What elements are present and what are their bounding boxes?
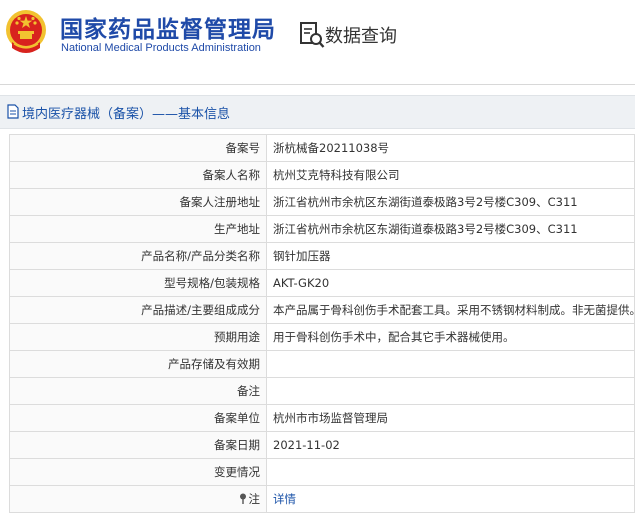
table-row: 备案号 浙杭械备20211038号: [9, 134, 635, 162]
field-value: 浙江省杭州市余杭区东湖街道泰极路3号2号楼C309、C311: [266, 188, 635, 216]
field-value: [266, 377, 635, 405]
field-value: 浙杭械备20211038号: [266, 134, 635, 162]
field-label: 产品名称/产品分类名称: [9, 242, 267, 270]
field-value: 浙江省杭州市余杭区东湖街道泰极路3号2号楼C309、C311: [266, 215, 635, 243]
field-value: AKT-GK20: [266, 269, 635, 297]
magnifier-document-icon[interactable]: [299, 20, 325, 50]
national-emblem-icon: [6, 10, 46, 53]
org-name-cn: 国家药品监督管理局: [60, 17, 276, 43]
header-divider: [0, 84, 635, 85]
field-label: 产品存储及有效期: [9, 350, 267, 378]
note-label: 注: [248, 492, 261, 506]
field-label: 备注: [9, 377, 267, 405]
table-row: 备案日期 2021-11-02: [9, 431, 635, 459]
details-link[interactable]: 详情: [273, 492, 296, 506]
table-row: 产品名称/产品分类名称 钢针加压器: [9, 242, 635, 270]
table-row: 型号规格/包装规格 AKT-GK20: [9, 269, 635, 297]
table-row: 预期用途 用于骨科创伤手术中，配合其它手术器械使用。: [9, 323, 635, 351]
document-icon: [7, 104, 19, 119]
field-value: 用于骨科创伤手术中，配合其它手术器械使用。: [266, 323, 635, 351]
table-row: 产品存储及有效期: [9, 350, 635, 378]
field-value: 杭州艾克特科技有限公司: [266, 161, 635, 189]
table-row: 生产地址 浙江省杭州市余杭区东湖街道泰极路3号2号楼C309、C311: [9, 215, 635, 243]
field-value: 2021-11-02: [266, 431, 635, 459]
field-label: 备案单位: [9, 404, 267, 432]
section-header: 境内医疗器械（备案）——基本信息: [0, 95, 635, 129]
note-label-cell: 注: [9, 485, 267, 513]
table-row-note: 注 详情: [9, 485, 635, 513]
device-info-table: 备案号 浙杭械备20211038号 备案人名称 杭州艾克特科技有限公司 备案人注…: [9, 134, 635, 513]
org-name-en: National Medical Products Administration: [61, 42, 261, 54]
table-row: 备注: [9, 377, 635, 405]
site-header: 国家药品监督管理局 National Medical Products Admi…: [0, 0, 635, 72]
field-label: 备案人名称: [9, 161, 267, 189]
data-query-link[interactable]: 数据查询: [325, 22, 397, 48]
table-row: 产品描述/主要组成成分 本产品属于骨科创伤手术配套工具。采用不锈钢材料制成。非无…: [9, 296, 635, 324]
field-label: 备案人注册地址: [9, 188, 267, 216]
pin-icon: [239, 493, 246, 504]
field-value: [266, 458, 635, 486]
field-value: 本产品属于骨科创伤手术配套工具。采用不锈钢材料制成。非无菌提供。: [266, 296, 635, 324]
table-row: 备案单位 杭州市市场监督管理局: [9, 404, 635, 432]
field-label: 变更情况: [9, 458, 267, 486]
field-value: 钢针加压器: [266, 242, 635, 270]
field-value: 杭州市市场监督管理局: [266, 404, 635, 432]
field-label: 生产地址: [9, 215, 267, 243]
field-label: 备案日期: [9, 431, 267, 459]
section-title: 境内医疗器械（备案）——基本信息: [22, 107, 231, 122]
table-row: 备案人名称 杭州艾克特科技有限公司: [9, 161, 635, 189]
field-label: 备案号: [9, 134, 267, 162]
field-label: 预期用途: [9, 323, 267, 351]
field-label: 型号规格/包装规格: [9, 269, 267, 297]
table-row: 备案人注册地址 浙江省杭州市余杭区东湖街道泰极路3号2号楼C309、C311: [9, 188, 635, 216]
field-label: 产品描述/主要组成成分: [9, 296, 267, 324]
field-value: [266, 350, 635, 378]
table-row: 变更情况: [9, 458, 635, 486]
note-value-cell: 详情: [266, 485, 635, 513]
